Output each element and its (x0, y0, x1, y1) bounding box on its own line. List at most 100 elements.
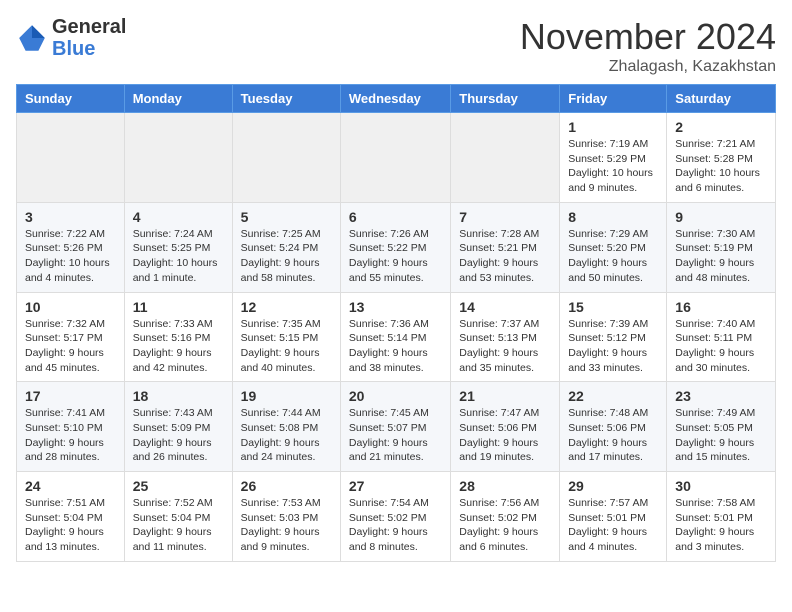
day-number: 1 (568, 119, 658, 135)
weekday-header: Wednesday (340, 85, 450, 113)
day-info: Sunrise: 7:37 AM Sunset: 5:13 PM Dayligh… (459, 317, 551, 376)
location: Zhalagash, Kazakhstan (520, 58, 776, 76)
day-number: 18 (133, 388, 224, 404)
page-header: General Blue November 2024 Zhalagash, Ka… (16, 16, 776, 76)
weekday-header: Tuesday (232, 85, 340, 113)
calendar-cell: 14 Sunrise: 7:37 AM Sunset: 5:13 PM Dayli… (451, 292, 560, 382)
day-info: Sunrise: 7:41 AM Sunset: 5:10 PM Dayligh… (25, 406, 116, 465)
day-number: 10 (25, 299, 116, 315)
day-number: 29 (568, 478, 658, 494)
calendar-cell: 5 Sunrise: 7:25 AM Sunset: 5:24 PM Daylig… (232, 202, 340, 292)
calendar-table: SundayMondayTuesdayWednesdayThursdayFrid… (16, 84, 776, 562)
day-number: 17 (25, 388, 116, 404)
weekday-header: Monday (124, 85, 232, 113)
day-number: 11 (133, 299, 224, 315)
day-number: 3 (25, 209, 116, 225)
day-number: 27 (349, 478, 442, 494)
day-info: Sunrise: 7:22 AM Sunset: 5:26 PM Dayligh… (25, 227, 116, 286)
calendar-cell: 22Sunrise: 7:48 AM Sunset: 5:06 PM Dayli… (560, 382, 667, 472)
day-info: Sunrise: 7:26 AM Sunset: 5:22 PM Dayligh… (349, 227, 442, 286)
day-number: 5 (241, 209, 332, 225)
day-number: 7 (459, 209, 551, 225)
day-number: 30 (675, 478, 767, 494)
day-info: Sunrise: 7:24 AM Sunset: 5:25 PM Dayligh… (133, 227, 224, 286)
day-number: 21 (459, 388, 551, 404)
calendar-week-row: 3 Sunrise: 7:22 AM Sunset: 5:26 PM Daylig… (17, 202, 776, 292)
logo-general-text: General (52, 16, 126, 38)
calendar-cell: 15 Sunrise: 7:39 AM Sunset: 5:12 PM Dayli… (560, 292, 667, 382)
calendar-cell (232, 113, 340, 203)
day-info: Sunrise: 7:25 AM Sunset: 5:24 PM Dayligh… (241, 227, 332, 286)
day-info: Sunrise: 7:33 AM Sunset: 5:16 PM Dayligh… (133, 317, 224, 376)
day-number: 16 (675, 299, 767, 315)
day-info: Sunrise: 7:28 AM Sunset: 5:21 PM Dayligh… (459, 227, 551, 286)
calendar-cell: 30Sunrise: 7:58 AM Sunset: 5:01 PM Dayli… (667, 472, 776, 562)
day-info: Sunrise: 7:53 AM Sunset: 5:03 PM Dayligh… (241, 496, 332, 555)
day-info: Sunrise: 7:19 AM Sunset: 5:29 PM Dayligh… (568, 137, 658, 196)
calendar-cell: 2 Sunrise: 7:21 AM Sunset: 5:28 PM Daylig… (667, 113, 776, 203)
day-number: 2 (675, 119, 767, 135)
calendar-cell: 19Sunrise: 7:44 AM Sunset: 5:08 PM Dayli… (232, 382, 340, 472)
calendar-cell: 16 Sunrise: 7:40 AM Sunset: 5:11 PM Dayli… (667, 292, 776, 382)
calendar-cell (340, 113, 450, 203)
logo: General Blue (16, 16, 126, 60)
day-info: Sunrise: 7:30 AM Sunset: 5:19 PM Dayligh… (675, 227, 767, 286)
day-info: Sunrise: 7:35 AM Sunset: 5:15 PM Dayligh… (241, 317, 332, 376)
day-number: 9 (675, 209, 767, 225)
day-info: Sunrise: 7:52 AM Sunset: 5:04 PM Dayligh… (133, 496, 224, 555)
calendar-cell: 24 Sunrise: 7:51 AM Sunset: 5:04 PM Dayli… (17, 472, 125, 562)
title-block: November 2024 Zhalagash, Kazakhstan (520, 16, 776, 76)
day-info: Sunrise: 7:48 AM Sunset: 5:06 PM Dayligh… (568, 406, 658, 465)
calendar-cell (451, 113, 560, 203)
day-info: Sunrise: 7:39 AM Sunset: 5:12 PM Dayligh… (568, 317, 658, 376)
calendar-cell: 9 Sunrise: 7:30 AM Sunset: 5:19 PM Daylig… (667, 202, 776, 292)
calendar-cell: 13Sunrise: 7:36 AM Sunset: 5:14 PM Dayli… (340, 292, 450, 382)
day-info: Sunrise: 7:36 AM Sunset: 5:14 PM Dayligh… (349, 317, 442, 376)
day-info: Sunrise: 7:44 AM Sunset: 5:08 PM Dayligh… (241, 406, 332, 465)
day-info: Sunrise: 7:21 AM Sunset: 5:28 PM Dayligh… (675, 137, 767, 196)
calendar-cell: 29Sunrise: 7:57 AM Sunset: 5:01 PM Dayli… (560, 472, 667, 562)
calendar-cell: 3 Sunrise: 7:22 AM Sunset: 5:26 PM Daylig… (17, 202, 125, 292)
month-title: November 2024 (520, 16, 776, 58)
calendar-week-row: 17 Sunrise: 7:41 AM Sunset: 5:10 PM Dayli… (17, 382, 776, 472)
day-info: Sunrise: 7:32 AM Sunset: 5:17 PM Dayligh… (25, 317, 116, 376)
day-info: Sunrise: 7:54 AM Sunset: 5:02 PM Dayligh… (349, 496, 442, 555)
day-info: Sunrise: 7:56 AM Sunset: 5:02 PM Dayligh… (459, 496, 551, 555)
logo-blue-text: Blue (52, 38, 95, 60)
calendar-week-row: 1 Sunrise: 7:19 AM Sunset: 5:29 PM Daylig… (17, 113, 776, 203)
calendar-cell: 11 Sunrise: 7:33 AM Sunset: 5:16 PM Dayli… (124, 292, 232, 382)
calendar-cell (17, 113, 125, 203)
calendar-cell: 6 Sunrise: 7:26 AM Sunset: 5:22 PM Daylig… (340, 202, 450, 292)
day-info: Sunrise: 7:47 AM Sunset: 5:06 PM Dayligh… (459, 406, 551, 465)
calendar-week-row: 24 Sunrise: 7:51 AM Sunset: 5:04 PM Dayli… (17, 472, 776, 562)
calendar-cell: 20Sunrise: 7:45 AM Sunset: 5:07 PM Dayli… (340, 382, 450, 472)
calendar-week-row: 10 Sunrise: 7:32 AM Sunset: 5:17 PM Dayli… (17, 292, 776, 382)
calendar-cell: 12Sunrise: 7:35 AM Sunset: 5:15 PM Dayli… (232, 292, 340, 382)
day-number: 28 (459, 478, 551, 494)
day-number: 6 (349, 209, 442, 225)
calendar-cell: 28 Sunrise: 7:56 AM Sunset: 5:02 PM Dayli… (451, 472, 560, 562)
day-number: 8 (568, 209, 658, 225)
day-info: Sunrise: 7:49 AM Sunset: 5:05 PM Dayligh… (675, 406, 767, 465)
calendar-cell: 18Sunrise: 7:43 AM Sunset: 5:09 PM Dayli… (124, 382, 232, 472)
weekday-header: Friday (560, 85, 667, 113)
calendar-cell: 10 Sunrise: 7:32 AM Sunset: 5:17 PM Dayli… (17, 292, 125, 382)
day-number: 26 (241, 478, 332, 494)
calendar-cell: 23Sunrise: 7:49 AM Sunset: 5:05 PM Dayli… (667, 382, 776, 472)
day-number: 4 (133, 209, 224, 225)
day-number: 24 (25, 478, 116, 494)
calendar-cell: 26 Sunrise: 7:53 AM Sunset: 5:03 PM Dayli… (232, 472, 340, 562)
calendar-cell: 8Sunrise: 7:29 AM Sunset: 5:20 PM Daylig… (560, 202, 667, 292)
calendar-cell (124, 113, 232, 203)
calendar-cell: 21 Sunrise: 7:47 AM Sunset: 5:06 PM Dayli… (451, 382, 560, 472)
day-number: 14 (459, 299, 551, 315)
weekday-header: Sunday (17, 85, 125, 113)
day-info: Sunrise: 7:40 AM Sunset: 5:11 PM Dayligh… (675, 317, 767, 376)
day-info: Sunrise: 7:51 AM Sunset: 5:04 PM Dayligh… (25, 496, 116, 555)
day-number: 20 (349, 388, 442, 404)
day-number: 15 (568, 299, 658, 315)
weekday-header-row: SundayMondayTuesdayWednesdayThursdayFrid… (17, 85, 776, 113)
day-number: 25 (133, 478, 224, 494)
calendar-cell: 17 Sunrise: 7:41 AM Sunset: 5:10 PM Dayli… (17, 382, 125, 472)
weekday-header: Saturday (667, 85, 776, 113)
